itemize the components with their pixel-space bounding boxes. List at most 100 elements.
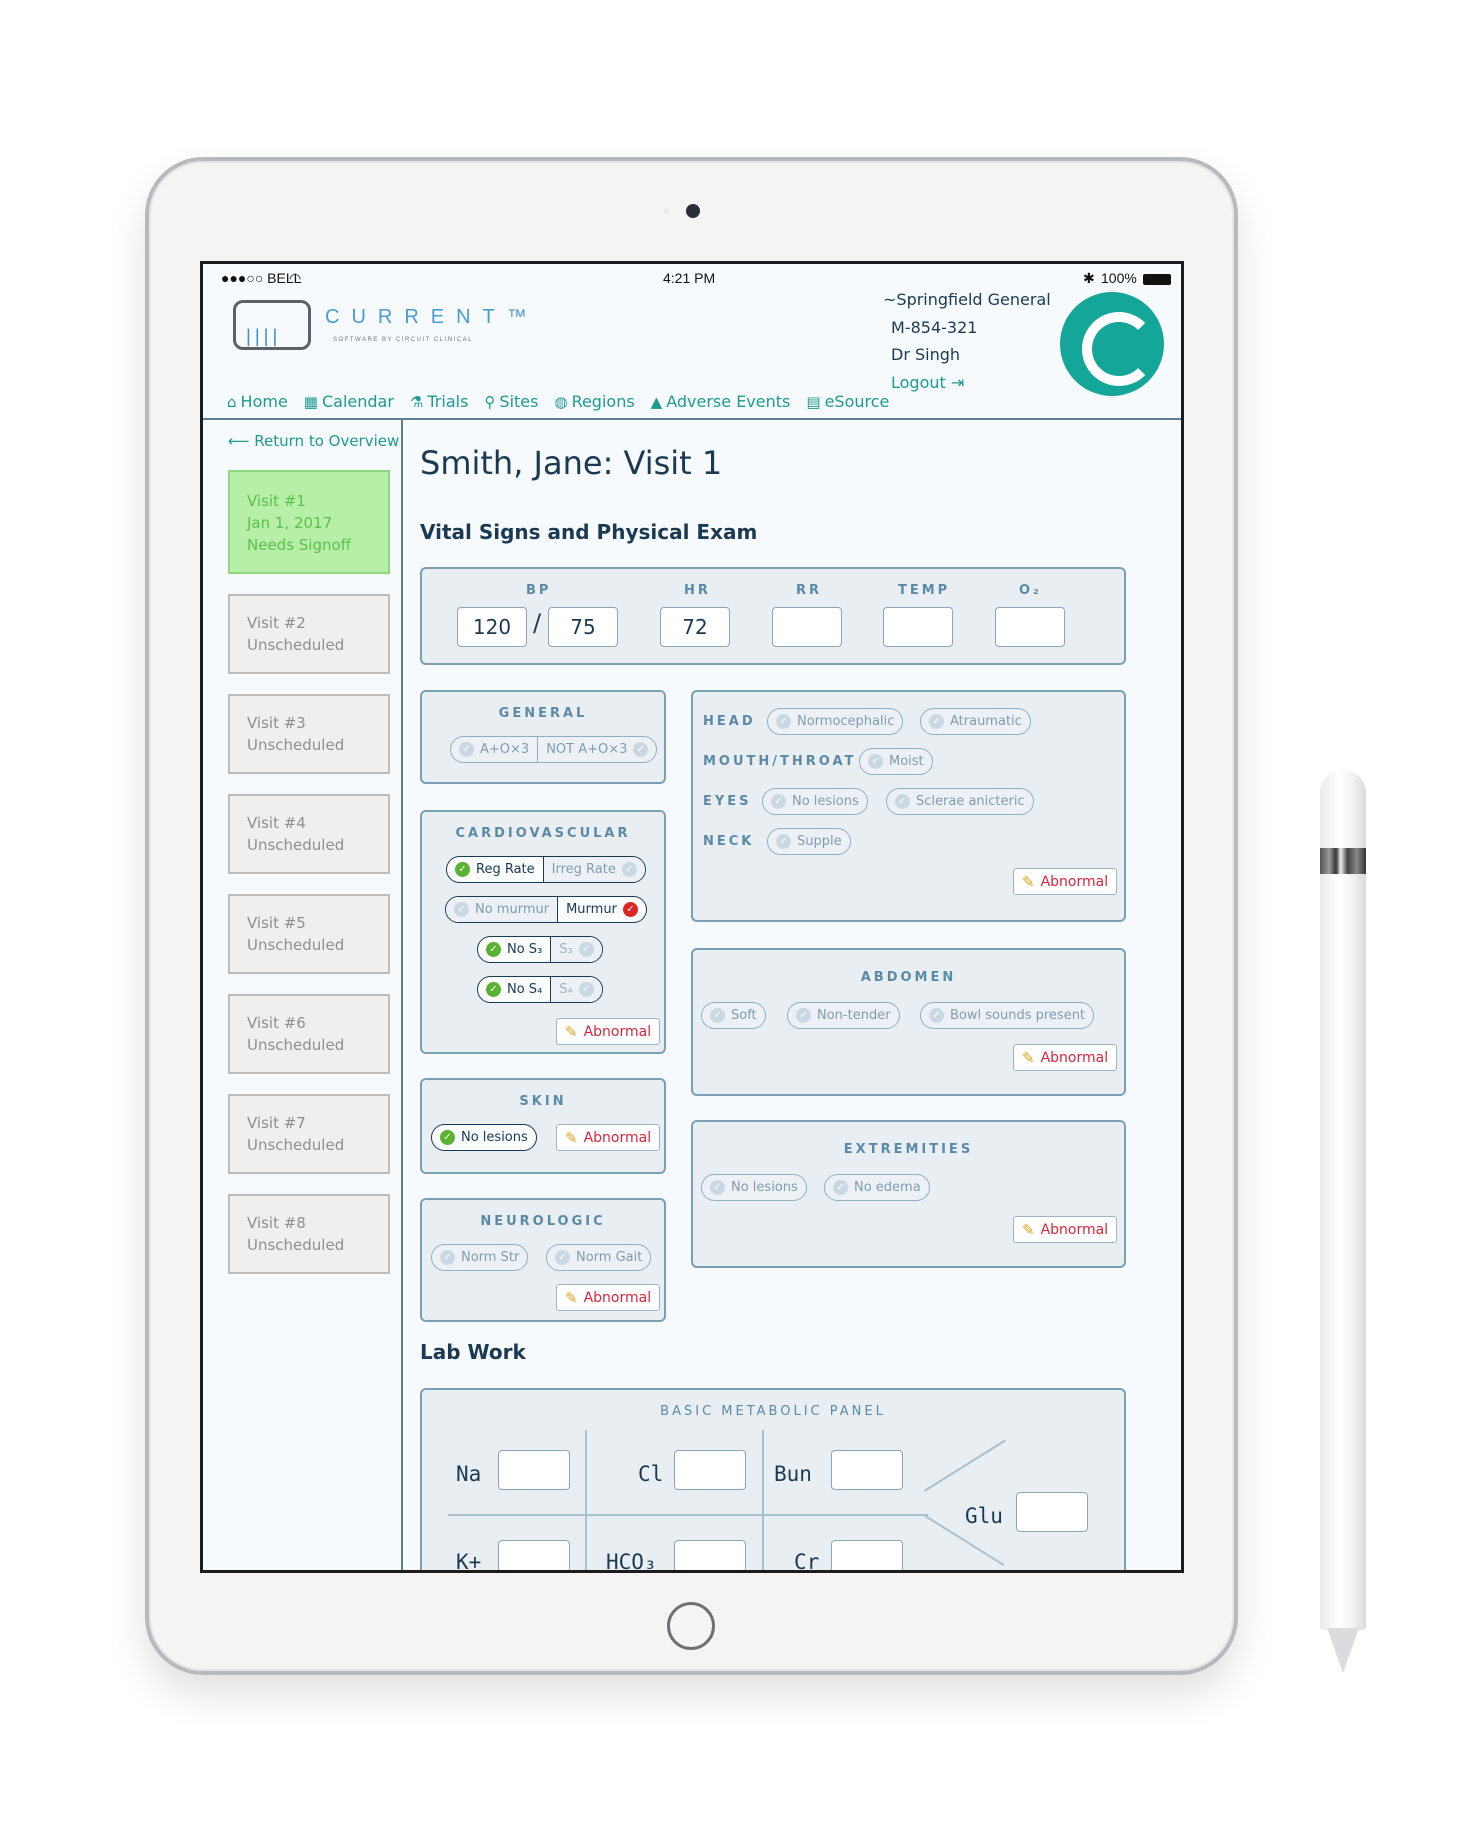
skin-no-lesions-toggle[interactable]: ✓ No lesions — [431, 1124, 537, 1151]
cl-input[interactable] — [674, 1450, 746, 1490]
visit-card-6[interactable]: Visit #6 Unscheduled — [228, 994, 390, 1074]
option-bowel-sounds[interactable]: ✓ Bowl sounds present — [921, 1003, 1093, 1028]
option-no-lesions[interactable]: ✓ No lesions — [702, 1175, 806, 1200]
nav-adverse-events[interactable]: ▲ Adverse Events — [651, 392, 791, 411]
nav-home[interactable]: ⌂ Home — [227, 392, 288, 411]
globe-icon: ◍ — [554, 392, 568, 411]
option-s3[interactable]: S₃ ✓ — [550, 937, 602, 962]
skin-panel: SKIN ✓ No lesions ✎ Abnormal — [420, 1078, 666, 1174]
nav-calendar[interactable]: ▦ Calendar — [304, 392, 394, 411]
cr-input[interactable] — [831, 1540, 903, 1570]
option-no-edema[interactable]: ✓ No edema — [825, 1175, 929, 1200]
bp-systolic-input[interactable]: 120 — [457, 607, 527, 647]
option-s4[interactable]: S₄ ✓ — [550, 977, 602, 1002]
s4-toggle[interactable]: ✓ No S₄ S₄ ✓ — [477, 976, 603, 1003]
option-norm-gait[interactable]: ✓ Norm Gait — [547, 1245, 650, 1270]
option-norm-str[interactable]: ✓ Norm Str — [432, 1245, 527, 1270]
option-irreg-rate[interactable]: Irreg Rate ✓ — [542, 857, 645, 882]
hco3-input[interactable] — [674, 1540, 746, 1570]
norm-str-toggle[interactable]: ✓ Norm Str — [431, 1244, 529, 1271]
option-no-s4[interactable]: ✓ No S₄ — [478, 977, 550, 1002]
bowel-sounds-toggle[interactable]: ✓ Bowl sounds present — [920, 1002, 1095, 1029]
soft-toggle[interactable]: ✓ Soft — [701, 1002, 766, 1029]
option-sclerae-anicteric[interactable]: ✓ Sclerae anicteric — [887, 789, 1033, 814]
option-no-murmur[interactable]: ✓ No murmur — [446, 897, 558, 922]
patient-id: M-854-321 — [891, 318, 978, 337]
na-input[interactable] — [498, 1450, 570, 1490]
cardio-abnormal-button[interactable]: ✎ Abnormal — [556, 1018, 661, 1045]
visit-card-5[interactable]: Visit #5 Unscheduled — [228, 894, 390, 974]
option-no-s3[interactable]: ✓ No S₃ — [478, 937, 550, 962]
extremities-no-lesions-toggle[interactable]: ✓ No lesions — [701, 1174, 807, 1201]
s3-toggle[interactable]: ✓ No S₃ S₃ ✓ — [477, 936, 603, 963]
hco3-label: HCO₃ — [606, 1550, 657, 1573]
option-no-lesions[interactable]: ✓ No lesions — [432, 1125, 536, 1150]
nav-label: Calendar — [321, 392, 394, 411]
general-toggle[interactable]: ✓ A+O×3 NOT A+O×3 ✓ — [450, 736, 658, 763]
option-aox3[interactable]: ✓ A+O×3 — [451, 737, 537, 762]
nav-trials[interactable]: ⚗ Trials — [410, 392, 468, 411]
moist-toggle[interactable]: ✓ Moist — [859, 748, 933, 775]
extremities-abnormal-button[interactable]: ✎ Abnormal — [1013, 1216, 1118, 1243]
visit-card-3[interactable]: Visit #3 Unscheduled — [228, 694, 390, 774]
glu-input[interactable] — [1016, 1492, 1088, 1532]
supple-toggle[interactable]: ✓ Supple — [767, 828, 851, 855]
option-no-lesions[interactable]: ✓ No lesions — [763, 789, 867, 814]
logout-link[interactable]: Logout ⇥ — [891, 373, 964, 392]
atraumatic-toggle[interactable]: ✓ Atraumatic — [920, 708, 1031, 735]
check-icon: ✓ — [578, 942, 594, 957]
visit-card-2[interactable]: Visit #2 Unscheduled — [228, 594, 390, 674]
nav-sites[interactable]: ⚲ Sites — [484, 392, 538, 411]
option-label: No lesions — [461, 1130, 528, 1145]
skin-label: SKIN — [519, 1094, 567, 1109]
non-tender-toggle[interactable]: ✓ Non-tender — [787, 1002, 900, 1029]
option-reg-rate[interactable]: ✓ Reg Rate — [447, 857, 543, 882]
camera — [686, 204, 700, 218]
option-moist[interactable]: ✓ Moist — [860, 749, 932, 774]
visit-card-7[interactable]: Visit #7 Unscheduled — [228, 1094, 390, 1174]
eyes-no-lesions-toggle[interactable]: ✓ No lesions — [762, 788, 868, 815]
temp-input[interactable] — [883, 607, 953, 647]
nav-regions[interactable]: ◍ Regions — [554, 392, 634, 411]
murmur-toggle[interactable]: ✓ No murmur Murmur ✓ — [445, 896, 647, 923]
k-input[interactable] — [498, 1540, 570, 1570]
heent-abnormal-button[interactable]: ✎ Abnormal — [1013, 868, 1118, 895]
pencil-icon: ✎ — [565, 1288, 578, 1307]
return-to-overview-link[interactable]: ⟵ Return to Overview — [228, 432, 399, 450]
bp-diastolic-input[interactable]: 75 — [548, 607, 618, 647]
visit-card-8[interactable]: Visit #8 Unscheduled — [228, 1194, 390, 1274]
option-non-tender[interactable]: ✓ Non-tender — [788, 1003, 899, 1028]
rate-toggle[interactable]: ✓ Reg Rate Irreg Rate ✓ — [446, 856, 646, 883]
sclerae-toggle[interactable]: ✓ Sclerae anicteric — [886, 788, 1034, 815]
visit-card-4[interactable]: Visit #4 Unscheduled — [228, 794, 390, 874]
home-button[interactable] — [667, 1602, 715, 1650]
skin-abnormal-button[interactable]: ✎ Abnormal — [556, 1124, 661, 1151]
cardiovascular-panel: CARDIOVASCULAR ✓ Reg Rate Irreg Rate ✓ ✓ No… — [420, 810, 666, 1054]
option-label: Sclerae anicteric — [916, 794, 1025, 809]
visit-card-1[interactable]: Visit #1 Jan 1, 2017 Needs Signoff — [228, 470, 390, 574]
option-supple[interactable]: ✓ Supple — [768, 829, 850, 854]
normocephalic-toggle[interactable]: ✓ Normocephalic — [767, 708, 904, 735]
nav-label: Adverse Events — [666, 392, 791, 411]
norm-gait-toggle[interactable]: ✓ Norm Gait — [546, 1244, 652, 1271]
o2-input[interactable] — [995, 607, 1065, 647]
option-atraumatic[interactable]: ✓ Atraumatic — [921, 709, 1030, 734]
option-label: NOT A+O×3 — [546, 742, 628, 757]
site-name[interactable]: ~Springfield General — [883, 290, 1051, 309]
option-not-aox3[interactable]: NOT A+O×3 ✓ — [537, 737, 656, 762]
hr-input[interactable]: 72 — [660, 607, 730, 647]
neuro-abnormal-button[interactable]: ✎ Abnormal — [556, 1284, 661, 1311]
bun-input[interactable] — [831, 1450, 903, 1490]
option-normocephalic[interactable]: ✓ Normocephalic — [768, 709, 902, 734]
nav-esource[interactable]: ▤ eSource — [806, 392, 889, 411]
neurologic-label: NEUROLOGIC — [480, 1214, 606, 1229]
inbox-icon: ▤ — [806, 392, 821, 411]
option-murmur[interactable]: Murmur ✓ — [557, 897, 646, 922]
no-edema-toggle[interactable]: ✓ No edema — [824, 1174, 930, 1201]
avatar[interactable] — [1060, 292, 1164, 396]
rr-input[interactable] — [772, 607, 842, 647]
option-soft[interactable]: ✓ Soft — [702, 1003, 765, 1028]
option-label: Moist — [889, 754, 924, 769]
bp-separator: / — [533, 609, 542, 637]
abdomen-abnormal-button[interactable]: ✎ Abnormal — [1013, 1044, 1118, 1071]
